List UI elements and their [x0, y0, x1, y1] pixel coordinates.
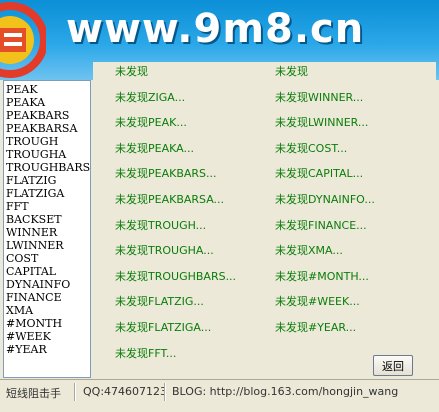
list-item[interactable]: FLATZIGA	[6, 187, 90, 200]
result-item: 未发现XMA...	[275, 244, 343, 258]
result-item: 未发现TROUGHA...	[115, 244, 214, 258]
logo-icon	[0, 2, 46, 78]
result-item: 未发现PEAK...	[115, 116, 187, 130]
list-item[interactable]: PEAK	[6, 83, 90, 96]
list-item[interactable]: CAPITAL	[6, 265, 90, 278]
list-item[interactable]: BACKSET	[6, 213, 90, 226]
site-watermark: www.9m8.cn	[66, 6, 365, 52]
result-item: 未发现#WEEK...	[275, 295, 360, 309]
list-item[interactable]: TROUGH	[6, 135, 90, 148]
status-qq: QQ:474607123	[83, 385, 168, 398]
list-item[interactable]: XMA	[6, 304, 90, 317]
result-item: 未发现FFT...	[115, 346, 177, 360]
result-item: 未发现TROUGH...	[115, 218, 207, 232]
result-item: 未发现COST...	[275, 141, 348, 155]
list-item[interactable]: FINANCE	[6, 291, 90, 304]
result-item: 未发现PEAKA...	[115, 141, 194, 155]
list-item[interactable]: PEAKA	[6, 96, 90, 109]
result-item: 未发现FINANCE...	[275, 218, 367, 232]
result-item: 未发现LWINNER...	[275, 116, 369, 130]
result-item: 未发现	[275, 65, 308, 78]
list-item[interactable]: #YEAR	[6, 343, 90, 356]
list-item[interactable]: TROUGHBARS	[6, 161, 90, 174]
list-item[interactable]: #WEEK	[6, 330, 90, 343]
result-item: 未发现PEAKBARS...	[115, 167, 217, 181]
result-item: 未发现#MONTH...	[275, 269, 369, 283]
result-item: 未发现FLATZIGA...	[115, 321, 212, 334]
result-item: 未发现CAPITAL...	[275, 167, 364, 181]
status-bar: 短线阻击手 QQ:474607123 BLOG: http://blog.163…	[0, 380, 439, 412]
function-list[interactable]: PEAK PEAKA PEAKBARS PEAKBARSA TROUGH TROUGHA T…	[4, 81, 90, 356]
list-item[interactable]: PEAKBARSA	[6, 122, 90, 135]
status-separator	[164, 383, 166, 401]
list-item[interactable]: #MONTH	[6, 317, 90, 330]
list-item[interactable]: TROUGHA	[6, 148, 90, 161]
result-item: 未发现PEAKBARSA...	[115, 193, 225, 206]
result-item: 未发现	[115, 65, 148, 78]
list-item[interactable]: WINNER	[6, 226, 90, 239]
status-blog: BLOG: http://blog.163.com/hongjin_wang	[172, 385, 399, 398]
list-item[interactable]: LWINNER	[6, 239, 90, 252]
list-item[interactable]: PEAKBARS	[6, 109, 90, 122]
result-item: 未发现WINNER...	[275, 90, 364, 104]
result-item: 未发现#YEAR...	[275, 321, 357, 334]
list-item[interactable]: FLATZIG	[6, 174, 90, 187]
status-author: 短线阻击手	[6, 387, 61, 400]
result-item: 未发现FLATZIG...	[115, 295, 204, 309]
function-list-panel[interactable]: PEAK PEAKA PEAKBARS PEAKBARSA TROUGH TROUGHA T…	[3, 80, 91, 378]
result-item: 未发现ZIGA...	[115, 90, 186, 104]
result-item: 未发现DYNAINFO...	[275, 193, 375, 206]
results-panel: 未发现未发现ZIGA... 未发现PEAK... 未发现PEAKA... 未发现PEA…	[93, 62, 436, 378]
list-item[interactable]: COST	[6, 252, 90, 265]
result-item: 未发现TROUGHBARS...	[115, 269, 237, 283]
list-item[interactable]: DYNAINFO	[6, 278, 90, 291]
status-separator	[74, 383, 76, 401]
return-button[interactable]: 返回	[373, 355, 413, 376]
list-item[interactable]: FFT	[6, 200, 90, 213]
